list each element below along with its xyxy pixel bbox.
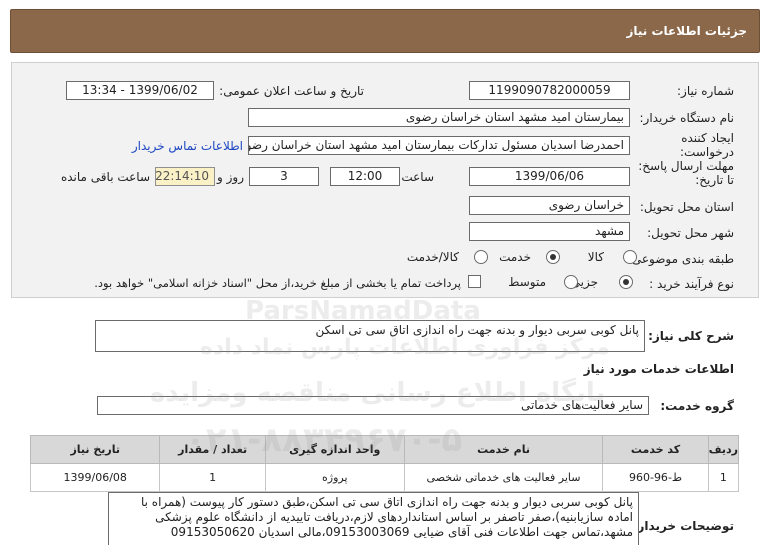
category-label: طبقه بندی موضوعی: (627, 252, 734, 266)
treasury-payment-note: پرداخت تمام یا بخشی از مبلغ خرید،از محل … (94, 276, 461, 290)
announce-date-label: تاریخ و ساعت اعلان عمومی: (219, 84, 364, 98)
table-header-row: ردیف کد خدمت نام خدمت واحد اندازه گیری ت… (29, 435, 740, 464)
province-label: استان محل تحویل: (639, 200, 734, 214)
buyer-label: نام دستگاه خریدار: (639, 111, 735, 125)
deadline-date-field: 1399/06/06 (469, 167, 630, 186)
category-service-radio[interactable] (546, 250, 560, 264)
deadline-time-label: ساعت (401, 170, 434, 184)
process-type-label: نوع فرآیند خرید : (649, 277, 734, 291)
cell-row: 1 (707, 463, 740, 492)
announce-date-field: 1399/06/02 - 13:34 (66, 81, 214, 100)
service-group-field: سایر فعالیت‌های خدماتی (97, 396, 649, 415)
process-medium-label: متوسط (508, 275, 546, 289)
treasury-payment-checkbox[interactable] (468, 275, 481, 288)
need-number-field: 1199090782000059 (469, 81, 630, 100)
remaining-time-label: ساعت باقی مانده (60, 170, 150, 184)
deadline-label: مهلت ارسال پاسخ: تا تاریخ: (638, 159, 734, 187)
buyer-notes-line: مشهد،تماس جهت اطلاعات فنی آقای ضیایی 091… (170, 525, 633, 539)
table-row: 1 ط-96-960 سایر فعالیت های خدماتی شخصی پ… (29, 463, 740, 492)
col-unit-header: واحد اندازه گیری (264, 435, 405, 464)
need-summary-label: شرح کلی نیاز: (648, 329, 734, 343)
cell-code: ط-96-960 (602, 463, 709, 492)
category-goods-service-label: کالا/خدمت (406, 250, 459, 264)
cell-name: سایر فعالیت های خدماتی شخصی (403, 463, 604, 492)
buyer-notes-field: پانل کوبی سربی دیوار و بدنه جهت راه اندا… (108, 492, 639, 545)
col-code-header: کد خدمت (602, 435, 709, 464)
cell-unit: پروژه (264, 463, 405, 492)
deadline-time-field: 12:00 (330, 167, 400, 186)
page-header: جزئیات اطلاعات نیاز (10, 9, 760, 53)
page-title: جزئیات اطلاعات نیاز (626, 24, 747, 38)
need-number-label: شماره نیاز: (677, 84, 734, 98)
province-field: خراسان رضوی (469, 196, 630, 215)
services-section-title: اطلاعات خدمات مورد نیاز (583, 362, 734, 376)
buyer-notes-line: پانل کوبی سربی دیوار و بدنه جهت راه اندا… (140, 495, 633, 509)
creator-field: احمدرضا اسدیان مسئول تدارکات بیمارستان ا… (248, 136, 630, 155)
creator-label: ایجاد کننده درخواست: (680, 131, 734, 159)
buyer-notes-label: توضیحات خریدار: (632, 519, 734, 533)
city-label: شهر محل تحویل: (647, 226, 734, 240)
remaining-time-field: 22:14:10 (155, 167, 215, 186)
need-summary-field: پانل کوبی سربی دیوار و بدنه جهت راه اندا… (95, 320, 645, 352)
process-medium-radio[interactable] (564, 275, 578, 289)
buyer-field: بیمارستان امید مشهد استان خراسان رضوی (248, 108, 630, 127)
col-date-header: تاریخ نیاز (29, 435, 161, 464)
category-goods-service-radio[interactable] (474, 250, 488, 264)
col-qty-header: تعداد / مقدار (159, 435, 266, 464)
cell-qty: 1 (159, 463, 266, 492)
services-table: ردیف کد خدمت نام خدمت واحد اندازه گیری ت… (29, 435, 740, 492)
remaining-days-field: 3 (249, 167, 319, 186)
category-service-label: خدمت (499, 250, 531, 264)
col-row-header: ردیف (707, 435, 740, 464)
process-minor-radio[interactable] (619, 275, 633, 289)
city-field: مشهد (469, 222, 630, 241)
col-name-header: نام خدمت (403, 435, 604, 464)
buyer-contact-link[interactable]: اطلاعات تماس خریدار (132, 139, 243, 153)
cell-date: 1399/06/08 (29, 463, 161, 492)
category-goods-radio[interactable] (623, 250, 637, 264)
service-group-label: گروه خدمت: (660, 399, 734, 413)
category-goods-label: کالا (587, 250, 604, 264)
buyer-notes-line: امادہ سازیابنیه)،صفر تاصفر بر اساس استان… (155, 510, 633, 524)
remaining-days-label: روز و (217, 170, 244, 184)
